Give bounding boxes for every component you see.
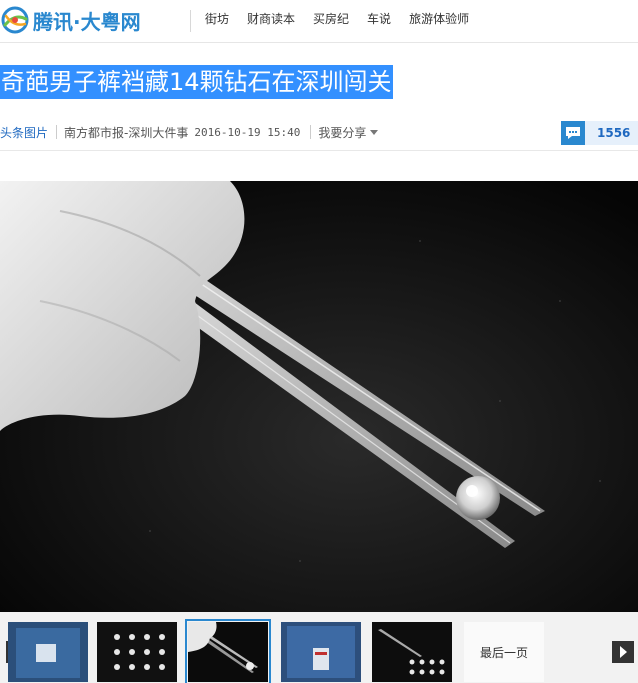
main-photo[interactable]	[0, 181, 638, 612]
top-nav: 街坊 财商读本 买房纪 车说 旅游体验师	[205, 10, 469, 28]
last-page-label: 最后一页	[479, 645, 528, 660]
share-label: 我要分享	[318, 125, 367, 140]
nav-item-maifang[interactable]: 买房纪	[313, 10, 349, 28]
thumbnail-1[interactable]	[8, 622, 88, 682]
tencent-logo-icon	[0, 5, 30, 35]
thumbnail-3-active[interactable]	[185, 619, 271, 683]
chevron-down-icon	[370, 130, 379, 135]
thumbnail-5[interactable]	[372, 622, 452, 682]
site-logo[interactable]: 腾讯·大粤网	[0, 2, 141, 38]
site-header: 腾讯·大粤网 街坊 财商读本 买房纪 车说 旅游体验师	[0, 0, 638, 43]
share-button[interactable]: 我要分享	[318, 124, 379, 141]
last-page-button[interactable]: 最后一页	[464, 622, 544, 682]
nav-item-cheshuo[interactable]: 车说	[367, 10, 391, 28]
article-title-wrap: 奇葩男子裤裆藏14颗钻石在深圳闯关	[0, 65, 393, 99]
next-arrow-button[interactable]	[612, 641, 634, 663]
logo-text: 腾讯·大粤网	[33, 9, 141, 34]
meta-divider	[56, 125, 58, 139]
category-tag[interactable]: 头条图片	[0, 124, 48, 141]
comment-count: 1556	[597, 126, 631, 140]
comment-count-button[interactable]: 1556	[561, 121, 638, 145]
chevron-right-icon	[620, 646, 627, 658]
thumbnail-2[interactable]	[97, 622, 177, 682]
nav-item-jiefang[interactable]: 街坊	[205, 10, 229, 28]
publish-time: 2016-10-19 15:40	[194, 125, 301, 139]
article-source[interactable]: 南方都市报-深圳大件事	[64, 124, 188, 141]
nav-item-caishang[interactable]: 财商读本	[247, 10, 295, 28]
photo-tweezers-diamond	[0, 181, 638, 612]
meta-divider	[310, 125, 312, 139]
thumbnail-4[interactable]	[281, 622, 361, 682]
nav-item-lvyou[interactable]: 旅游体验师	[409, 10, 469, 28]
thumbnail-strip: 最后一页	[0, 612, 638, 683]
article-meta: 头条图片 南方都市报-深圳大件事 2016-10-19 15:40 我要分享	[0, 122, 638, 142]
article-title: 奇葩男子裤裆藏14颗钻石在深圳闯关	[0, 65, 393, 99]
nav-divider	[190, 10, 191, 32]
meta-divider-line	[0, 150, 638, 151]
comment-icon	[561, 121, 585, 145]
